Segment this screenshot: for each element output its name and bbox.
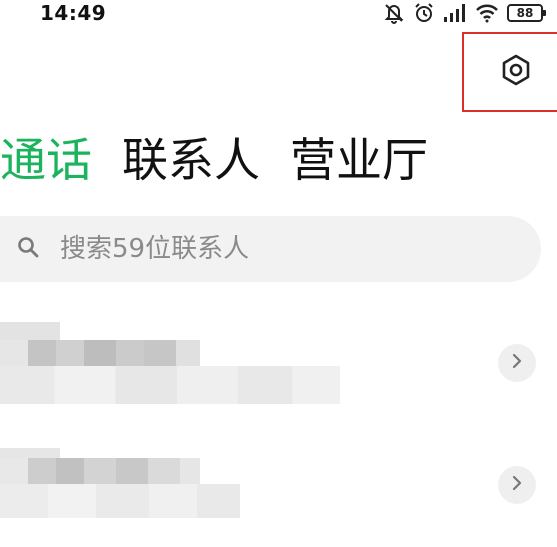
blurred-name [0,340,200,366]
list-item[interactable] [0,300,557,422]
status-bar: 14:49 88 [0,0,557,28]
tab-bar: 通话 联系人 营业厅 [0,128,428,192]
tab-calls[interactable]: 通话 [0,137,92,183]
chevron-right-icon [510,353,524,373]
blurred-detail [0,366,340,404]
contact-detail-button[interactable] [498,466,536,504]
blurred-name [0,458,200,484]
chevron-right-icon [510,475,524,495]
search-icon [16,235,40,263]
mute-icon [383,2,405,24]
settings-button[interactable] [462,32,557,112]
contact-list [0,300,557,544]
battery-icon: 88 [507,4,546,22]
search-bar[interactable] [0,216,541,282]
list-item[interactable] [0,422,557,544]
wifi-icon [475,3,499,23]
alarm-icon [413,2,435,24]
status-time: 14:49 [40,1,107,25]
battery-level: 88 [516,6,534,20]
tab-service-hall[interactable]: 营业厅 [290,137,428,183]
blurred-detail [0,484,240,518]
signal-icon [443,3,467,23]
search-input[interactable] [60,234,500,264]
contact-detail-button[interactable] [498,344,536,382]
tab-contacts[interactable]: 联系人 [122,137,260,183]
hexagon-settings-icon [500,54,532,90]
status-icons: 88 [383,2,546,24]
